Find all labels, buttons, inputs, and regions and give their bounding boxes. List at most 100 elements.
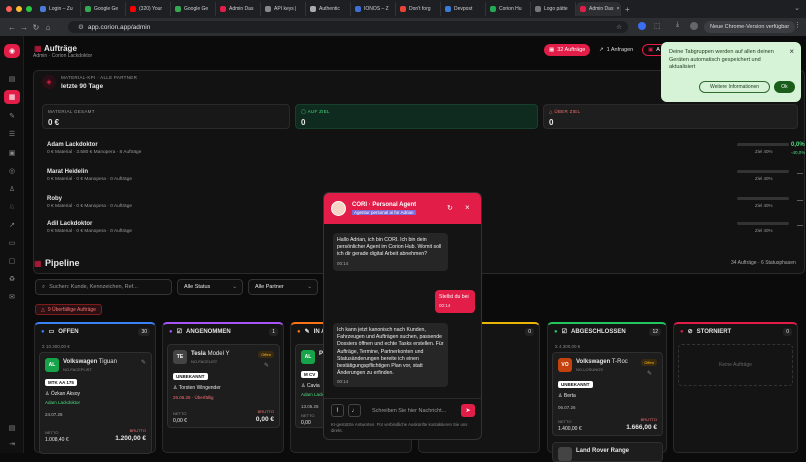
app-logo-icon[interactable]: ◉: [4, 44, 20, 58]
overdue-badge[interactable]: △ 9 Überfällige Aufträge: [35, 304, 102, 315]
vehicle-card[interactable]: AL Volkswagen Tiguan NO-FACEPLIST ✎ MTK …: [39, 352, 152, 454]
kpi-total-card: MATERIAL GESAMT 0 €: [42, 104, 290, 129]
brutto-value: 0,00 €: [255, 416, 274, 423]
chat-disclaimer: KI-gestützte Antworten. Für verbindliche…: [331, 422, 468, 433]
browser-tab[interactable]: Google Ge: [81, 2, 126, 16]
vehicle-brand: Volkswagen: [576, 359, 611, 365]
nav-list-icon[interactable]: ☰: [4, 127, 20, 141]
tab-favicon: [175, 6, 181, 12]
close-window-button[interactable]: [6, 6, 12, 12]
maximize-window-button[interactable]: [26, 6, 32, 12]
bookmark-star-icon[interactable]: ☆: [616, 23, 622, 31]
partner-filter-select[interactable]: Alle Partner ⌄: [248, 279, 318, 295]
edit-icon[interactable]: ✎: [264, 362, 269, 369]
nav-document-icon[interactable]: ▤: [4, 421, 20, 435]
column-angenommen: ● ☑ ANGENOMMEN 1 TE Tesla Model Y NO-FACEL…: [162, 322, 284, 453]
extension-icon[interactable]: [638, 22, 646, 30]
nav-calendar-icon[interactable]: ▣: [4, 146, 20, 160]
send-message-button[interactable]: ➤: [461, 404, 475, 417]
nav-tools-icon[interactable]: ✎: [4, 109, 20, 123]
column-count: 0: [525, 328, 534, 336]
kpi-icon: ◈: [42, 75, 56, 89]
tab-favicon: [265, 6, 271, 12]
ok-button[interactable]: Ok: [774, 81, 795, 93]
kpi-target-value: 0: [301, 118, 306, 127]
address-bar[interactable]: ⚙ app.corion.app/admin ☆: [68, 21, 628, 33]
edit-icon[interactable]: ✎: [141, 359, 146, 366]
browser-tab[interactable]: Devpost: [441, 2, 486, 16]
chrome-update-button[interactable]: Neue Chrome-Version verfügbar: [704, 21, 796, 33]
browser-tab[interactable]: Don't forg: [396, 2, 441, 16]
voice-button[interactable]: ♩: [348, 404, 361, 417]
site-info-icon[interactable]: ⚙: [78, 23, 84, 31]
vehicle-card[interactable]: VO Volkswagen T-Roc NO-LOSUNGS Offen ✎ U…: [552, 352, 663, 436]
browser-tab[interactable]: Google Ge: [171, 2, 216, 16]
pipeline-search-input[interactable]: ⌕ Suchen: Kunde, Kennzeichen, Ref...: [35, 279, 172, 295]
tab-search-icon[interactable]: ⌄: [794, 4, 800, 12]
new-tab-icon[interactable]: +: [625, 5, 630, 14]
nav-logout-icon[interactable]: ⇥: [4, 437, 20, 451]
column-header: ● ☑ ANGENOMMEN: [169, 328, 231, 336]
nav-partners-icon[interactable]: ♙: [4, 182, 20, 196]
profile-icon[interactable]: [690, 22, 698, 30]
nav-messages-icon[interactable]: ✉: [4, 290, 20, 304]
message-time: 00:14: [337, 379, 349, 385]
browser-tab[interactable]: Login – Zu: [36, 2, 81, 16]
vehicle-card[interactable]: TE Tesla Model Y NO-FACELIST Offen ✎ UNB…: [167, 344, 280, 428]
browser-tab-active[interactable]: Admin Das ×: [576, 2, 621, 16]
browser-tab[interactable]: Admin Das: [216, 2, 261, 16]
browser-tab[interactable]: IONOS – Z: [351, 2, 396, 16]
browser-tab[interactable]: Corion Hu: [486, 2, 531, 16]
nav-customers-icon[interactable]: ◎: [4, 164, 20, 178]
customer-name: ♙ Özkan Aksoy: [45, 391, 81, 397]
attach-button[interactable]: ⌇: [331, 404, 344, 417]
reload-icon[interactable]: ↻: [30, 23, 42, 32]
download-icon[interactable]: ⤓: [676, 21, 679, 29]
kpi-over-label: △ ÜBER ZIEL: [549, 109, 581, 114]
url-text: app.corion.app/admin: [87, 23, 151, 31]
requests-pill[interactable]: ↗ 1 Anfragen: [594, 44, 638, 56]
nav-orders-icon[interactable]: ▦: [4, 90, 20, 104]
close-icon[interactable]: ×: [789, 47, 794, 56]
user-icon: ♙: [558, 393, 563, 399]
browser-tab[interactable]: Authentic: [306, 2, 351, 16]
orders-count-pill[interactable]: ▦ 32 Aufträge: [544, 44, 591, 56]
back-icon[interactable]: ←: [6, 23, 18, 32]
vehicle-model: Model Y: [207, 351, 230, 357]
nav-stats-icon[interactable]: ↗: [4, 218, 20, 232]
briefcase-icon: ▣: [648, 47, 654, 53]
extension-icon[interactable]: ⬚: [654, 22, 661, 30]
kpi-over-card: △ ÜBER ZIEL 0: [543, 104, 798, 129]
more-info-button[interactable]: Weitere Informationen: [699, 81, 770, 93]
forward-icon[interactable]: →: [18, 23, 30, 32]
close-tab-icon[interactable]: ×: [616, 6, 619, 12]
nav-docs-icon[interactable]: ▢: [4, 254, 20, 268]
home-icon[interactable]: ⌂: [42, 23, 54, 32]
nav-trash-icon[interactable]: ♻: [4, 272, 20, 286]
refresh-icon[interactable]: ↻: [447, 204, 453, 212]
partner-goal: Ziel 40%: [755, 149, 773, 154]
browser-tab[interactable]: Logo pätte: [531, 2, 576, 16]
vehicle-card[interactable]: Land Rover Range: [552, 442, 663, 462]
close-icon[interactable]: ×: [465, 203, 470, 212]
status-filter-select[interactable]: Alle Status ⌄: [177, 279, 243, 295]
browser-tab[interactable]: API keys |: [261, 2, 306, 16]
browser-tab[interactable]: (320) Your: [126, 2, 171, 16]
check-icon: ☑: [561, 329, 568, 335]
menu-icon[interactable]: ⋮: [794, 21, 801, 29]
minimize-window-button[interactable]: [16, 6, 22, 12]
chat-message-input[interactable]: Schreiben Sie hier Nachricht...: [366, 404, 454, 417]
column-header: ● ⊘ STORNIERT: [680, 328, 732, 336]
column-count: 12: [649, 328, 661, 336]
netto-label: NETTO: [45, 430, 59, 435]
tab-favicon: [490, 6, 496, 12]
nav-team-icon[interactable]: ♘: [4, 200, 20, 214]
edit-icon[interactable]: ✎: [647, 370, 652, 377]
partner-row[interactable]: Marat Heidelin 0 € Material · 0 € Manope…: [47, 169, 803, 182]
tab-favicon: [220, 6, 226, 12]
wrench-icon: ✎: [304, 329, 310, 335]
nav-dashboard-icon[interactable]: ▤: [4, 72, 20, 86]
partner-row[interactable]: Adam Lackdoktor 0 € Material · 3.580 € M…: [47, 142, 805, 155]
nav-folder-icon[interactable]: ▭: [4, 236, 20, 250]
vehicle-model: T-Roc: [611, 359, 628, 365]
